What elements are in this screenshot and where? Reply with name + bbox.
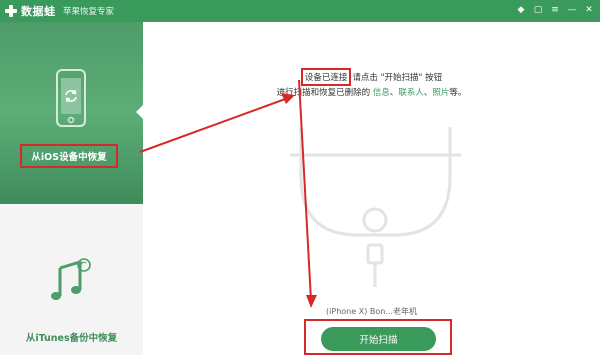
chat-icon[interactable]: ▢ <box>531 3 545 17</box>
instruction-line-1: 设备已连接 请点击 "开始扫描" 按钮 <box>143 68 600 86</box>
instruction-prefix: 进行扫描和恢复已删除的 <box>276 88 371 98</box>
instruction-suffix: 等。 <box>449 88 467 98</box>
info-keyword: 信息 <box>372 88 390 98</box>
window-controls: ◆ ▢ ≡ — ✕ <box>514 3 596 17</box>
close-icon[interactable]: ✕ <box>582 3 596 17</box>
iphone-cable-illustration <box>290 127 461 287</box>
diamond-icon[interactable]: ◆ <box>514 3 528 17</box>
contacts-keyword: 联系人 <box>398 88 424 98</box>
music-note-icon <box>51 258 91 300</box>
minimize-icon[interactable]: — <box>565 3 579 17</box>
menu-icon[interactable]: ≡ <box>548 3 562 17</box>
app-logo: 数据蛙 <box>4 3 56 19</box>
app-name: 数据蛙 <box>21 5 56 18</box>
sidebar-item-ios-restore[interactable]: 从iOS设备中恢复 <box>0 22 144 204</box>
instruction-text: 请点击 "开始扫描" 按钮 <box>352 73 443 83</box>
sidebar: 从iOS设备中恢复 从iTunes备份中恢复 <box>0 22 144 355</box>
sidebar-item-label: 从iTunes备份中恢复 <box>25 333 118 344</box>
app-subtitle: 苹果恢复专家 <box>63 7 115 17</box>
title-bar: 数据蛙 苹果恢复专家 ◆ ▢ ≡ — ✕ <box>0 0 600 22</box>
start-scan-button[interactable]: 开始扫描 <box>321 327 436 351</box>
plus-logo-icon <box>4 4 18 18</box>
device-name: (iPhone X) Bon...老年机 <box>326 307 417 316</box>
sidebar-item-label: 从iOS设备中恢复 <box>20 144 118 168</box>
phone-restore-icon <box>56 69 86 127</box>
main-panel: 设备已连接 请点击 "开始扫描" 按钮 进行扫描和恢复已删除的 信息、联系人、照片… <box>143 22 600 355</box>
connected-status: 设备已连接 <box>300 68 352 86</box>
instruction-line-2: 进行扫描和恢复已删除的 信息、联系人、照片等。 <box>143 86 600 98</box>
sidebar-item-itunes-restore[interactable]: 从iTunes备份中恢复 <box>0 204 143 355</box>
photos-keyword: 照片 <box>432 88 450 98</box>
